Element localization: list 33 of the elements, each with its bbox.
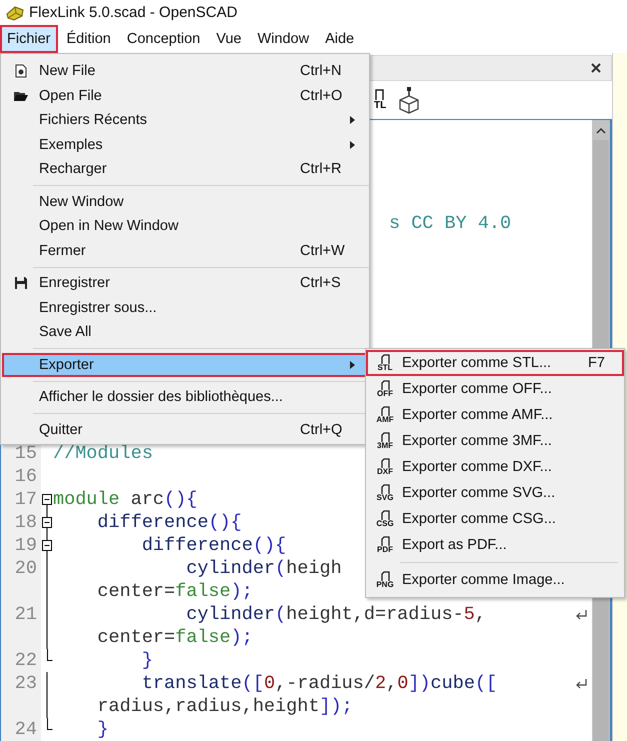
line-number: 22 bbox=[1, 649, 41, 672]
line-number: 21 bbox=[1, 603, 41, 626]
line-number: 18 bbox=[1, 511, 41, 534]
format-label: CSG bbox=[376, 520, 394, 528]
format-label: STL bbox=[377, 364, 393, 372]
line-number: 17 bbox=[1, 488, 41, 511]
format-label: 3MF bbox=[377, 442, 393, 450]
line-number: 20 bbox=[1, 557, 41, 580]
format-label: DXF bbox=[377, 468, 393, 476]
code-line: } bbox=[140, 649, 153, 672]
format-label: TL bbox=[374, 101, 386, 111]
code-line: module arc(){ bbox=[53, 488, 198, 511]
format-label: PNG bbox=[376, 581, 394, 589]
line-number: 19 bbox=[1, 534, 41, 557]
line-number: 16 bbox=[1, 465, 41, 488]
code-line: cylinder(heigh bbox=[185, 557, 342, 580]
code-line: radius,radius,height]); bbox=[96, 695, 353, 718]
line-number: 24 bbox=[1, 718, 41, 741]
line-number: 23 bbox=[1, 672, 41, 695]
code-line: translate([0,-radius/2,0])cube([ bbox=[140, 672, 498, 695]
code-line: //Modules bbox=[53, 442, 153, 465]
code-line: difference(){ bbox=[140, 534, 286, 557]
code-line: difference(){ bbox=[96, 511, 242, 534]
format-label: OFF bbox=[377, 390, 393, 398]
code-line: center=false); bbox=[96, 626, 253, 649]
code-line: center=false); bbox=[96, 580, 253, 603]
code-line: cylinder(height,d=radius-5, bbox=[185, 603, 486, 626]
format-label: PDF bbox=[377, 546, 393, 554]
format-label: SVG bbox=[376, 494, 394, 502]
code-line: s CC BY 4.0 bbox=[389, 212, 512, 235]
window-title: FlexLink 5.0.scad - OpenSCAD bbox=[29, 4, 238, 21]
format-label: AMF bbox=[376, 416, 394, 424]
code-line: } bbox=[96, 718, 109, 741]
